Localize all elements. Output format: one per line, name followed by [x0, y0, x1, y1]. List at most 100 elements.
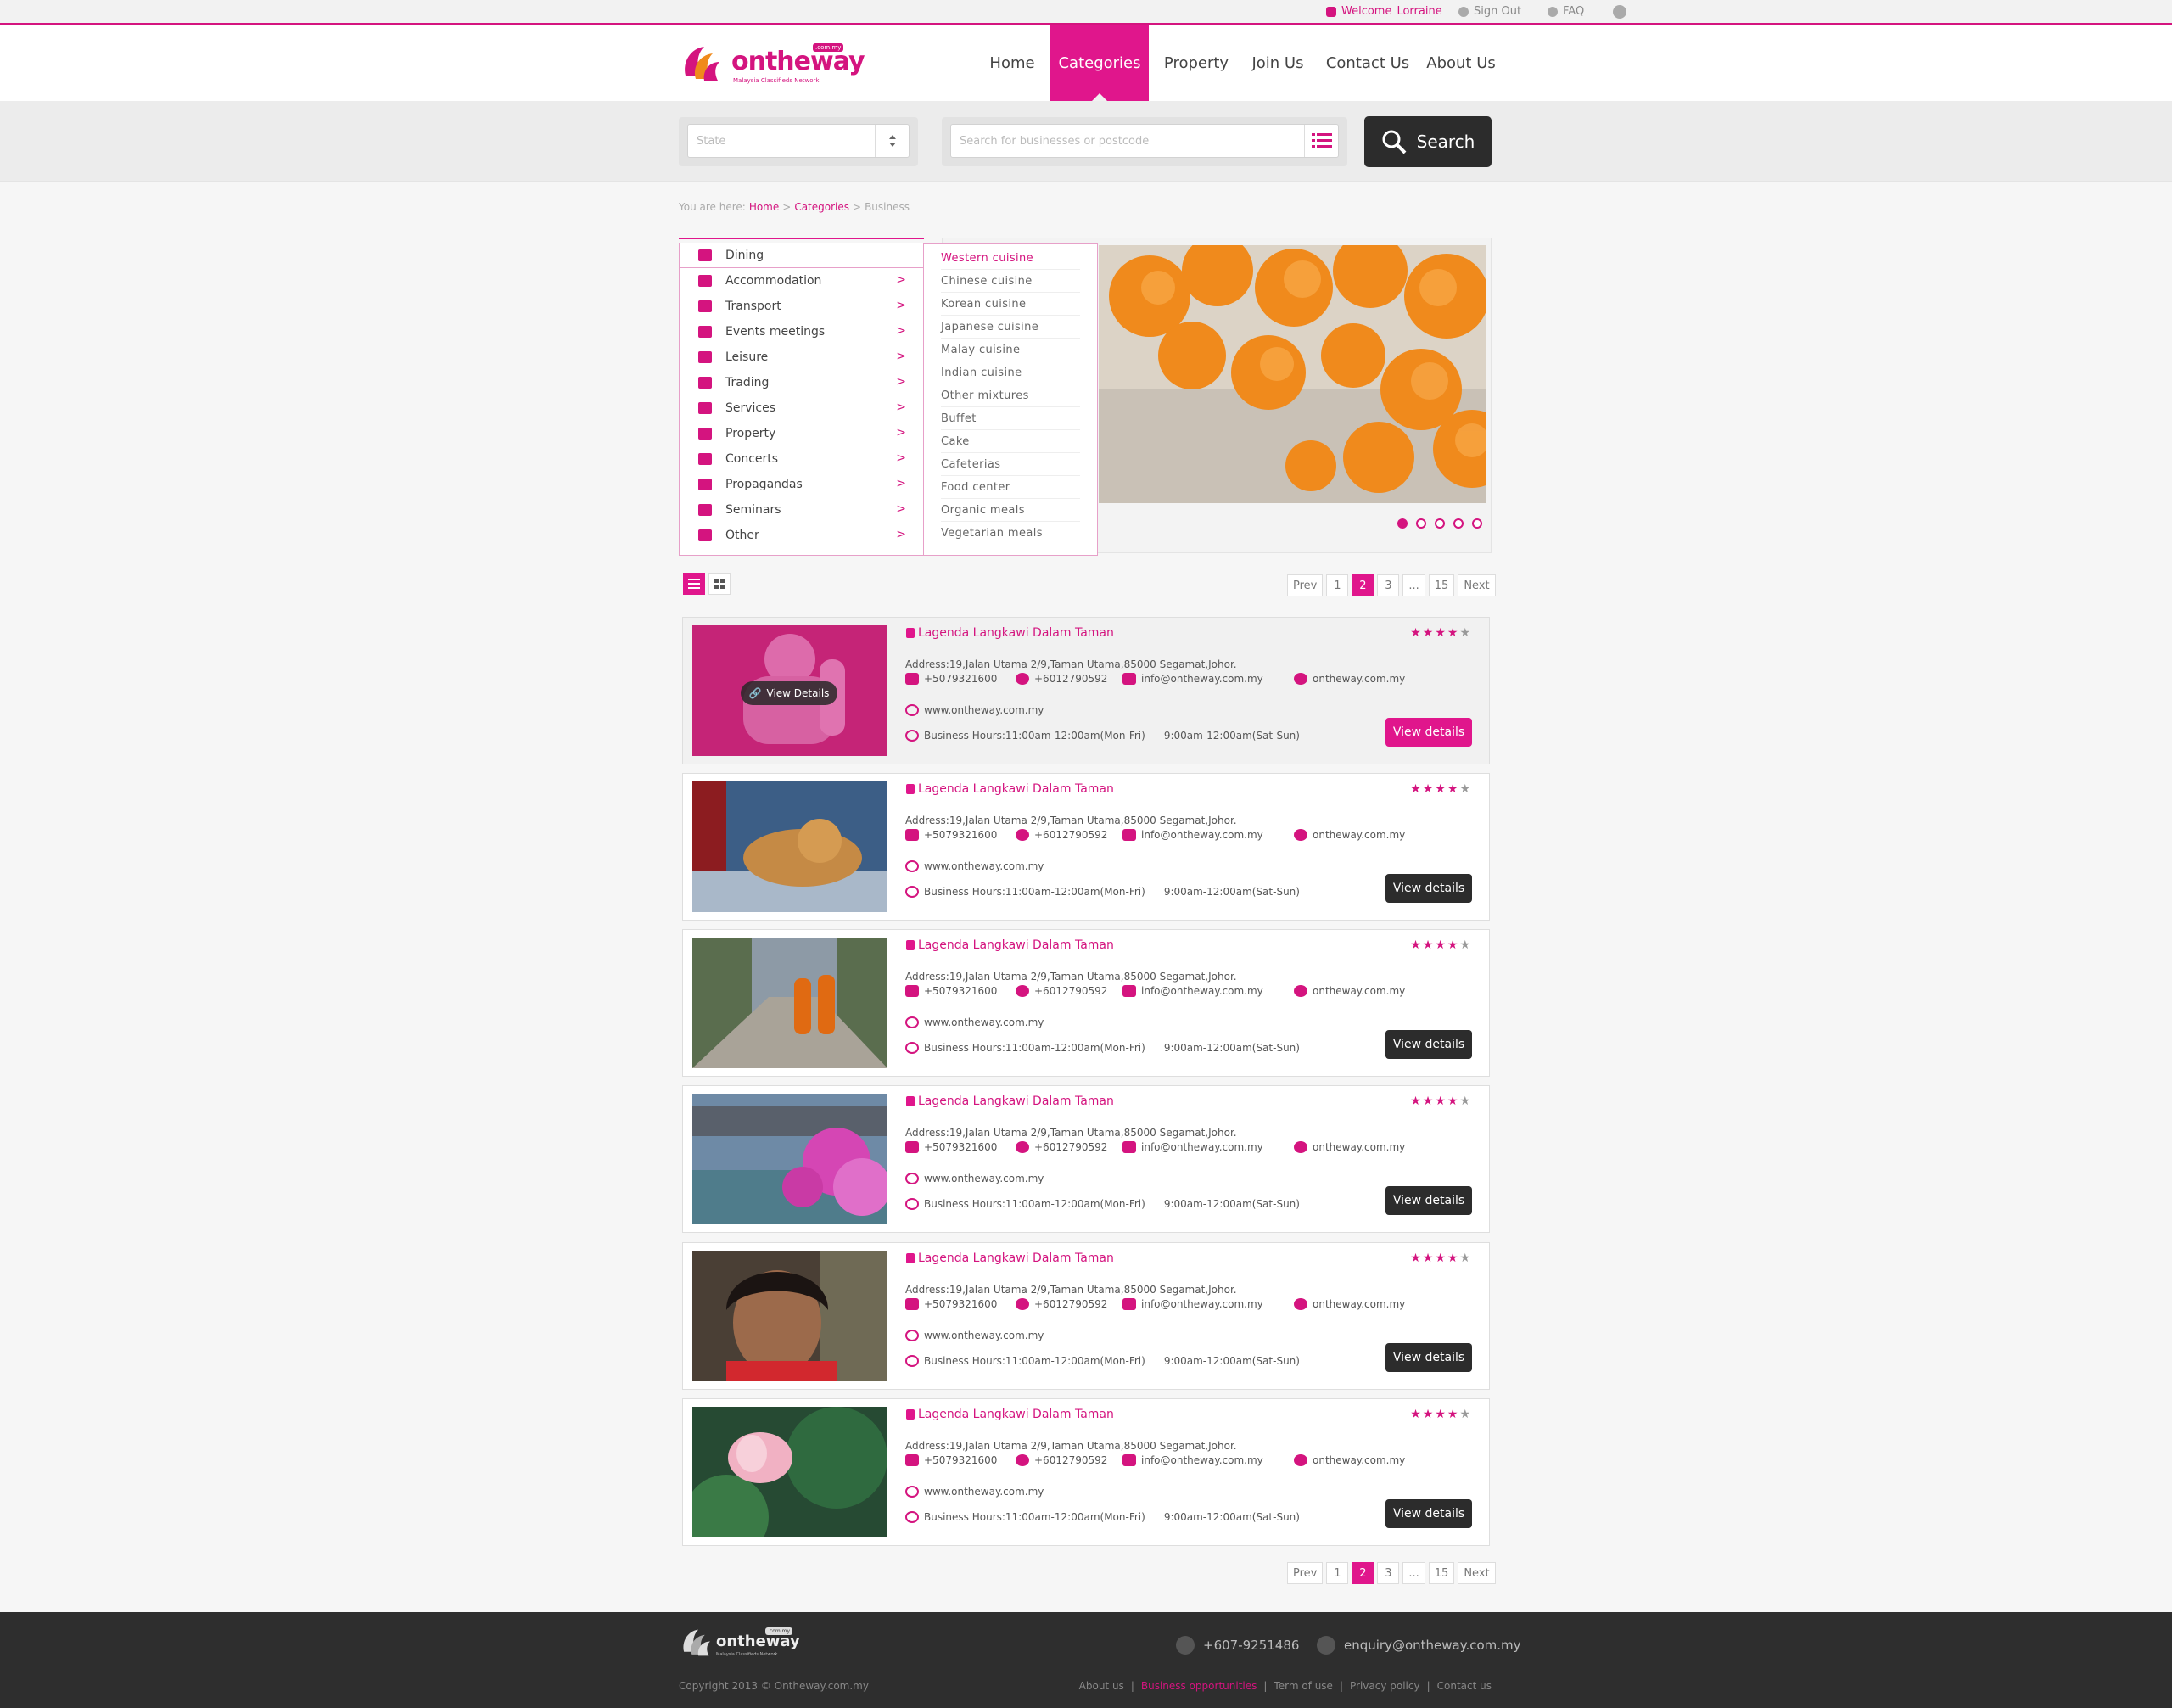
subcategory-item[interactable]: Japanese cuisine [941, 316, 1080, 339]
category-item-concerts[interactable]: Concerts > [680, 446, 923, 472]
search-input[interactable]: Search for businesses or postcode [950, 124, 1339, 158]
grid-view-button[interactable] [708, 573, 731, 595]
email-contact[interactable]: info@ontheway.com.my [1122, 1454, 1263, 1466]
listing-card[interactable]: Lagenda Langkawi Dalam Taman ★★★★★ Address… [682, 773, 1490, 921]
facebook-contact[interactable]: ontheway.com.my [1294, 673, 1405, 685]
listing-thumbnail[interactable] [692, 1251, 887, 1381]
slide-image-marigolds[interactable] [1099, 245, 1486, 503]
view-details-button[interactable]: View details [1385, 1186, 1472, 1215]
category-item-propagandas[interactable]: Propagandas > [680, 472, 923, 497]
sign-out-link[interactable]: Sign Out [1458, 5, 1521, 18]
category-item-accommodation[interactable]: Accommodation > [680, 268, 923, 294]
pagination-page[interactable]: 15 [1428, 574, 1455, 596]
email-contact[interactable]: info@ontheway.com.my [1122, 673, 1263, 685]
nav-property[interactable]: Property [1157, 25, 1235, 101]
facebook-contact[interactable]: ontheway.com.my [1294, 829, 1405, 841]
category-item-services[interactable]: Services > [680, 395, 923, 421]
slider-dot[interactable] [1453, 518, 1464, 529]
subcategory-item[interactable]: Cafeterias [941, 453, 1080, 476]
view-details-button[interactable]: View details [1385, 718, 1472, 747]
view-details-button[interactable]: View details [1385, 874, 1472, 903]
category-item-trading[interactable]: Trading > [680, 370, 923, 395]
list-view-button[interactable] [683, 573, 705, 595]
facebook-contact[interactable]: ontheway.com.my [1294, 1454, 1405, 1466]
facebook-contact[interactable]: ontheway.com.my [1294, 1141, 1405, 1153]
pagination-page[interactable]: 3 [1377, 574, 1400, 596]
subcategory-item[interactable]: Western cuisine [941, 247, 1080, 270]
subcategory-item[interactable]: Buffet [941, 407, 1080, 430]
footer-link-contact[interactable]: Contact us [1437, 1680, 1492, 1692]
subcategory-item[interactable]: Chinese cuisine [941, 270, 1080, 293]
facebook-contact[interactable]: ontheway.com.my [1294, 1298, 1405, 1310]
slider-dot[interactable] [1435, 518, 1445, 529]
website-row[interactable]: www.ontheway.com.my [905, 1486, 1044, 1498]
site-logo[interactable]: ontheway .com.my Malaysia Classifieds Ne… [679, 38, 865, 87]
category-item-other[interactable]: Other > [680, 523, 923, 548]
website-row[interactable]: www.ontheway.com.my [905, 704, 1044, 716]
pagination-prev[interactable]: Prev [1287, 1562, 1324, 1584]
subcategory-item[interactable]: Korean cuisine [941, 293, 1080, 316]
list-filter-icon[interactable] [1304, 125, 1338, 157]
category-item-transport[interactable]: Transport > [680, 294, 923, 319]
footer-email[interactable]: enquiry@ontheway.com.my [1317, 1636, 1521, 1655]
website-row[interactable]: www.ontheway.com.my [905, 1330, 1044, 1341]
listing-title-link[interactable]: Lagenda Langkawi Dalam Taman [906, 626, 1114, 640]
listing-thumbnail[interactable] [692, 1094, 887, 1224]
listing-thumbnail[interactable] [692, 938, 887, 1068]
view-details-overlay-button[interactable]: 🔗 View Details [741, 681, 837, 705]
listing-title-link[interactable]: Lagenda Langkawi Dalam Taman [906, 1095, 1114, 1108]
view-details-button[interactable]: View details [1385, 1030, 1472, 1059]
email-contact[interactable]: info@ontheway.com.my [1122, 1298, 1263, 1310]
nav-join-us[interactable]: Join Us [1244, 25, 1312, 101]
subcategory-item[interactable]: Food center [941, 476, 1080, 499]
subcategory-item[interactable]: Organic meals [941, 499, 1080, 522]
subcategory-item[interactable]: Other mixtures [941, 384, 1080, 407]
search-button[interactable]: Search [1364, 116, 1492, 167]
slider-dot[interactable] [1416, 518, 1426, 529]
email-contact[interactable]: info@ontheway.com.my [1122, 1141, 1263, 1153]
listing-thumbnail[interactable] [692, 1407, 887, 1537]
subcategory-item[interactable]: Vegetarian meals [941, 522, 1080, 545]
listing-title-link[interactable]: Lagenda Langkawi Dalam Taman [906, 1252, 1114, 1265]
state-select[interactable]: State [687, 124, 910, 158]
slider-dot[interactable] [1472, 518, 1482, 529]
email-contact[interactable]: info@ontheway.com.my [1122, 985, 1263, 997]
slider-dot[interactable] [1397, 518, 1408, 529]
pagination-page[interactable]: 15 [1428, 1562, 1455, 1584]
pagination-prev[interactable]: Prev [1287, 574, 1324, 596]
listing-card[interactable]: Lagenda Langkawi Dalam Taman ★★★★★ Address… [682, 1242, 1490, 1390]
breadcrumb-home[interactable]: Home [749, 201, 779, 213]
pagination-page[interactable]: 3 [1377, 1562, 1400, 1584]
category-item-dining[interactable]: Dining [680, 243, 923, 268]
pagination-page[interactable]: 1 [1326, 1562, 1349, 1584]
pagination-next[interactable]: Next [1458, 1562, 1496, 1584]
category-item-events-meetings[interactable]: Events meetings > [680, 319, 923, 344]
pagination-next[interactable]: Next [1458, 574, 1496, 596]
footer-logo[interactable]: ontheway .com.my Malaysia Classifieds Ne… [679, 1626, 814, 1660]
nav-home[interactable]: Home [982, 25, 1042, 101]
listing-thumbnail[interactable]: 🔗 View Details [692, 625, 887, 756]
website-row[interactable]: www.ontheway.com.my [905, 1016, 1044, 1028]
footer-link-business-opportunities[interactable]: Business opportunities [1141, 1680, 1257, 1692]
email-contact[interactable]: info@ontheway.com.my [1122, 829, 1263, 841]
category-item-leisure[interactable]: Leisure > [680, 344, 923, 370]
pagination-page-current[interactable]: 2 [1352, 1562, 1374, 1584]
breadcrumb-categories[interactable]: Categories [794, 201, 849, 213]
footer-link-privacy[interactable]: Privacy policy [1350, 1680, 1420, 1692]
listing-title-link[interactable]: Lagenda Langkawi Dalam Taman [906, 938, 1114, 952]
listing-card[interactable]: Lagenda Langkawi Dalam Taman ★★★★★ Address… [682, 929, 1490, 1077]
nav-about-us[interactable]: About Us [1422, 25, 1500, 101]
footer-phone[interactable]: +607-9251486 [1176, 1636, 1299, 1655]
nav-contact-us[interactable]: Contact Us [1325, 25, 1410, 101]
facebook-link[interactable] [1613, 5, 1626, 19]
website-row[interactable]: www.ontheway.com.my [905, 860, 1044, 872]
view-details-button[interactable]: View details [1385, 1499, 1472, 1528]
nav-categories[interactable]: Categories [1050, 25, 1149, 102]
subcategory-item[interactable]: Malay cuisine [941, 339, 1080, 361]
listing-title-link[interactable]: Lagenda Langkawi Dalam Taman [906, 1408, 1114, 1421]
pagination-page[interactable]: 1 [1326, 574, 1349, 596]
category-item-property[interactable]: Property > [680, 421, 923, 446]
listing-card[interactable]: Lagenda Langkawi Dalam Taman ★★★★★ Address… [682, 1398, 1490, 1546]
listing-card[interactable]: Lagenda Langkawi Dalam Taman ★★★★★ Address… [682, 1085, 1490, 1233]
footer-link-about[interactable]: About us [1079, 1680, 1124, 1692]
